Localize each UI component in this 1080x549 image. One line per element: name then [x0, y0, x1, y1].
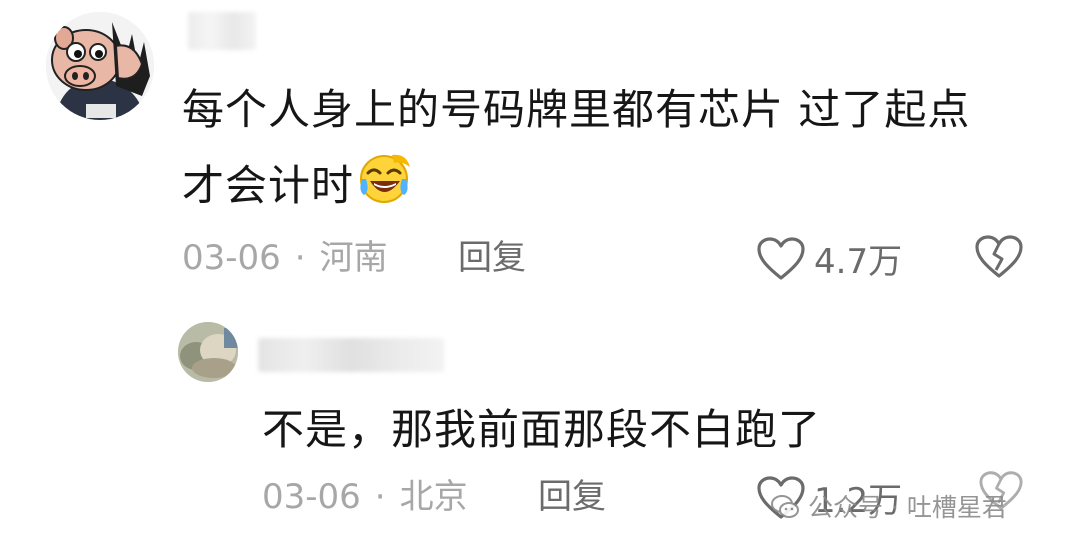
- like-count: 4.7万: [814, 242, 903, 282]
- comment-meta: 03-06 · 河南: [182, 238, 388, 278]
- reply-button[interactable]: 回复: [538, 477, 606, 517]
- avatar[interactable]: [46, 12, 154, 120]
- comment-location: 北京: [399, 477, 468, 517]
- separator-dot: ·: [374, 477, 386, 517]
- comment-location: 河南: [319, 238, 388, 278]
- laughing-crying-emoji-icon: [356, 149, 412, 229]
- comment-meta: 03-06 · 北京: [262, 477, 468, 517]
- photo-avatar-icon: [178, 322, 238, 382]
- comment-line-text: 才会计时: [182, 161, 355, 210]
- wechat-official-account-icon: [771, 495, 799, 518]
- avatar[interactable]: [178, 322, 238, 382]
- heart-outline-icon: [757, 236, 805, 280]
- comment-line: 每个人身上的号码牌里都有芯片 过了起点: [182, 85, 971, 134]
- broken-heart-icon: [975, 235, 1023, 278]
- comment-text: 每个人身上的号码牌里都有芯片 过了起点 才会计时: [182, 72, 1022, 229]
- comment-date: 03-06: [182, 238, 281, 278]
- watermark-text: 公众号 · 吐槽星君: [808, 493, 1007, 522]
- separator-dot: ·: [294, 238, 306, 278]
- reply-button[interactable]: 回复: [458, 238, 526, 278]
- like-button[interactable]: 4.7万: [756, 234, 902, 283]
- username-blurred[interactable]: [188, 12, 256, 50]
- pig-cartoon-avatar-icon: [46, 12, 154, 120]
- comment-line: 才会计时: [182, 148, 1022, 229]
- username-blurred[interactable]: [258, 338, 444, 372]
- dislike-button[interactable]: [974, 234, 1024, 284]
- comment-date: 03-06: [262, 477, 361, 517]
- comment-text: 不是，那我前面那段不白跑了: [262, 405, 822, 454]
- watermark: 公众号 · 吐槽星君: [770, 488, 1007, 524]
